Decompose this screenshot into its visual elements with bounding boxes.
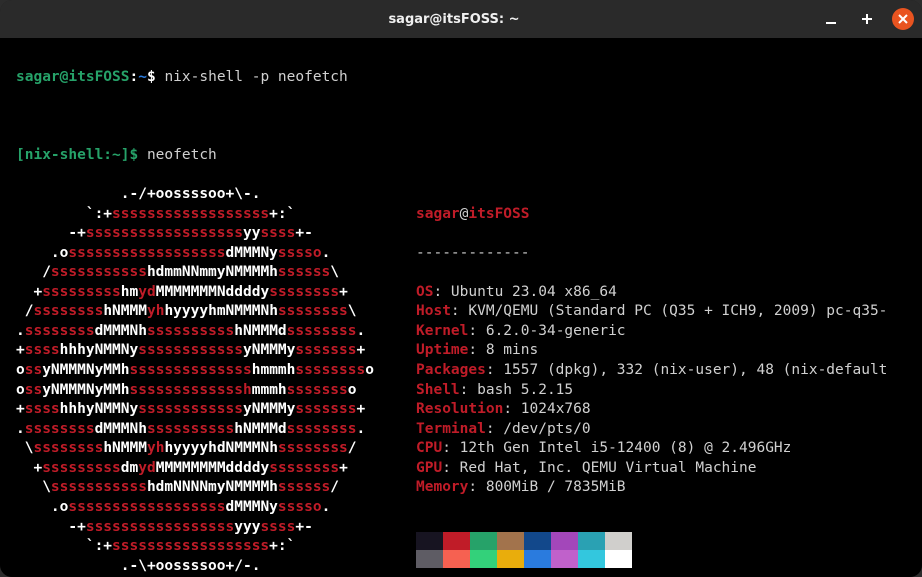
prompt-line-1: sagar@itsFOSS:~$ nix-shell -p neofetch [16, 68, 906, 88]
color-swatch [524, 550, 551, 568]
color-swatch [578, 532, 605, 550]
info-row: OS: Ubuntu 23.04 x86_64 [416, 283, 906, 303]
info-key: Uptime [416, 342, 468, 358]
close-button[interactable] [892, 8, 914, 30]
info-row: Shell: bash 5.2.15 [416, 381, 906, 401]
logo-line: \ssssssssssshdmNNNNmyNMMMMhssssss/ [16, 478, 386, 498]
logo-line: .ossssssssssssssssssdMMMNysssso. [16, 498, 386, 518]
info-host: itsFOSS [468, 206, 529, 222]
system-info: sagar@itsFOSS ------------- OS: Ubuntu 2… [416, 185, 906, 577]
logo-line: .ossssssssssssssssssdMMMNysssso. [16, 244, 386, 264]
logo-line: .-\+oossssoo+/-. [16, 557, 386, 577]
prompt-userhost: sagar@itsFOSS [16, 69, 130, 85]
info-separator: ------------- [416, 244, 906, 264]
info-value: : 6.2.0-34-generic [468, 323, 625, 339]
logo-line: .-/+oossssoo+\-. [16, 185, 386, 205]
logo-line: +sssshhhyNMMNyssssssssssssyNMMMysssssss+ [16, 341, 386, 361]
info-key: Kernel [416, 323, 468, 339]
window-controls [820, 8, 914, 30]
info-key: GPU [416, 460, 442, 476]
logo-line: .ssssssssdMMMNhsssssssssshNMMMdssssssss. [16, 322, 386, 342]
window-title: sagar@itsFOSS: ~ [88, 12, 820, 27]
terminal-body[interactable]: sagar@itsFOSS:~$ nix-shell -p neofetch [… [0, 38, 922, 577]
info-key: Packages [416, 362, 486, 378]
color-swatch [470, 532, 497, 550]
color-swatch [470, 550, 497, 568]
logo-line: `:+ssssssssssssssssss+:` [16, 205, 386, 225]
info-value: : /dev/pts/0 [486, 421, 591, 437]
logo-line: ossyNMMMNyMMhsssssssssssssshmmmhssssssss… [16, 361, 386, 381]
prompt-nixshell: [nix-shell:~]$ [16, 147, 138, 163]
info-key: Memory [416, 479, 468, 495]
logo-line: ossyNMMMNyMMhssssssssssssshmmmhssssssso [16, 381, 386, 401]
info-key: Host [416, 303, 451, 319]
terminal-window: sagar@itsFOSS: ~ sagar@itsFOSS:~$ nix-sh… [0, 0, 922, 577]
logo-line: +sssssssssdmydMMMMMMMMddddyssssssss+ [16, 459, 386, 479]
info-key: Terminal [416, 421, 486, 437]
logo-line: `:+ssssssssssssssssss+:` [16, 537, 386, 557]
info-value: : 1557 (dpkg), 332 (nix-user), 48 (nix-d… [486, 362, 888, 378]
ascii-logo: .-/+oossssoo+\-. `:+ssssssssssssssssss+:… [16, 185, 386, 577]
prompt-line-2: [nix-shell:~]$ neofetch [16, 146, 906, 166]
info-value: : KVM/QEMU (Standard PC (Q35 + ICH9, 200… [451, 303, 888, 319]
command-text: nix-shell -p neofetch [164, 69, 347, 85]
info-key: CPU [416, 440, 442, 456]
info-row: Uptime: 8 mins [416, 341, 906, 361]
color-swatch [605, 532, 632, 550]
maximize-button[interactable] [856, 8, 878, 30]
logo-line: -+sssssssssssssssssyyyssss+- [16, 518, 386, 538]
info-key: Shell [416, 382, 460, 398]
info-row: Host: KVM/QEMU (Standard PC (Q35 + ICH9,… [416, 302, 906, 322]
logo-line: -+ssssssssssssssssssyyssss+- [16, 224, 386, 244]
color-swatch [578, 550, 605, 568]
info-row: Resolution: 1024x768 [416, 400, 906, 420]
info-row: Packages: 1557 (dpkg), 332 (nix-user), 4… [416, 361, 906, 381]
color-swatch [443, 532, 470, 550]
color-swatch [551, 550, 578, 568]
info-key: Resolution [416, 401, 503, 417]
info-row: Memory: 800MiB / 7835MiB [416, 478, 906, 498]
info-value: : Red Hat, Inc. QEMU Virtual Machine [442, 460, 756, 476]
logo-line: /ssssssssssshdmmNNmmyNMMMMhssssss\ [16, 263, 386, 283]
info-value: : Ubuntu 23.04 x86_64 [433, 284, 616, 300]
info-row: Terminal: /dev/pts/0 [416, 420, 906, 440]
info-row: CPU: 12th Gen Intel i5-12400 (8) @ 2.496… [416, 439, 906, 459]
color-swatch [443, 550, 470, 568]
color-swatch [497, 550, 524, 568]
info-value: : bash 5.2.15 [460, 382, 574, 398]
color-swatch [524, 532, 551, 550]
info-value: : 1024x768 [503, 401, 590, 417]
titlebar: sagar@itsFOSS: ~ [0, 0, 922, 38]
color-swatch [416, 550, 443, 568]
color-swatch [551, 532, 578, 550]
info-row: GPU: Red Hat, Inc. QEMU Virtual Machine [416, 459, 906, 479]
minimize-button[interactable] [820, 8, 842, 30]
logo-line: +ssssssssshmydMMMMMMMNddddyssssssss+ [16, 283, 386, 303]
info-value: : 8 mins [468, 342, 538, 358]
info-value: : 12th Gen Intel i5-12400 (8) @ 2.496GHz [442, 440, 791, 456]
info-row: Kernel: 6.2.0-34-generic [416, 322, 906, 342]
info-value: : 800MiB / 7835MiB [468, 479, 625, 495]
color-swatch [605, 550, 632, 568]
command-text: neofetch [138, 147, 217, 163]
prompt-path: ~ [138, 69, 147, 85]
info-user: sagar [416, 206, 460, 222]
info-key: OS [416, 284, 433, 300]
color-swatch [416, 532, 443, 550]
logo-line: /sssssssshNMMMyhhyyyyhmNMMMNhssssssss\ [16, 302, 386, 322]
logo-line: \sssssssshNMMMyhhyyyyhdNMMMNhssssssss/ [16, 439, 386, 459]
color-swatch [497, 532, 524, 550]
logo-line: +sssshhhyNMMNyssssssssssssyNMMMysssssss+ [16, 400, 386, 420]
color-palette [416, 532, 906, 568]
logo-line: .ssssssssdMMMNhsssssssssshNMMMdssssssss. [16, 420, 386, 440]
